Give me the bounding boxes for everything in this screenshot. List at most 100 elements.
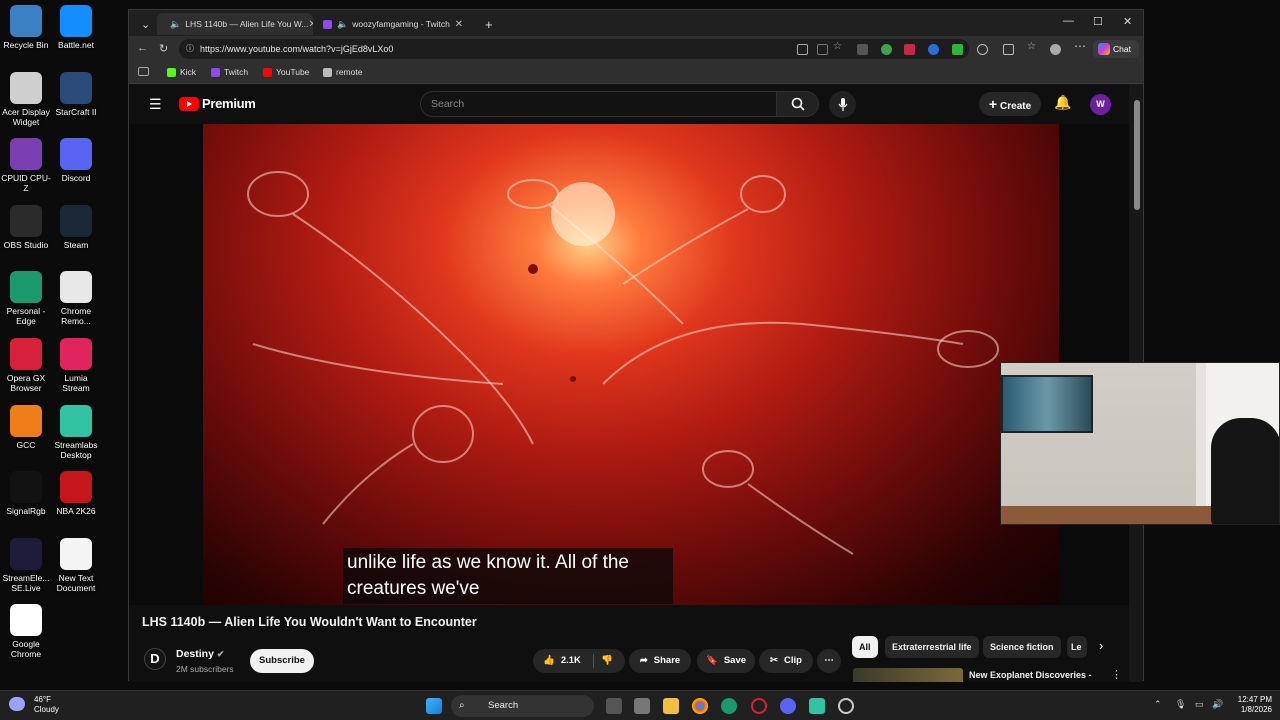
bookmark-kick[interactable]: Kick [167,67,196,77]
save-button[interactable]: 🔖 Save [697,649,755,673]
voice-search-button[interactable] [829,91,856,118]
youtube-play-logo-icon [179,96,199,111]
search-button[interactable] [777,91,819,117]
favorite-star-icon[interactable]: ☆ [833,41,844,52]
desktop-icon[interactable]: Personal - Edge [0,271,52,326]
network-icon[interactable]: ▭ [1195,699,1204,710]
extension-icon[interactable] [952,44,963,55]
task-view-icon[interactable] [606,698,622,714]
hamburger-menu-icon[interactable]: ☰ [149,96,162,113]
desktop-icon[interactable]: Battle.net [50,5,102,50]
tab-actions-icon[interactable] [138,67,149,76]
more-menu-icon[interactable]: ⋯ [1074,39,1086,53]
desktop-icon[interactable]: Steam [50,204,102,250]
desktop-icon[interactable]: Google Chrome [0,604,52,659]
clip-button[interactable]: ✂ Clip [759,649,813,673]
tab-label: LHS 1140b — Alien Life You W... [185,19,309,29]
back-icon[interactable]: ← [137,42,148,54]
chip-all[interactable]: All [852,636,878,658]
create-button[interactable]: + Create [979,92,1041,116]
channel-avatar[interactable]: D [144,648,166,670]
bookmark-remote[interactable]: remote [323,67,362,77]
dislike-button[interactable]: 👎 [601,649,613,673]
video-player[interactable]: unlike life as we know it. All of the cr… [129,124,1129,605]
scrollbar-thumb[interactable] [1134,100,1140,210]
youtube-logo[interactable]: Premium [179,96,256,111]
desktop-icon[interactable]: Opera GX Browser [0,338,52,393]
favorites-icon[interactable]: ☆ [1027,41,1038,52]
chevron-right-icon[interactable]: › [1099,638,1103,653]
recommendation-more-icon[interactable]: ⋮ [1111,668,1122,681]
search-icon: ⌕ [459,700,465,711]
taskbar-search[interactable]: ⌕ Search [451,695,594,717]
weather-widget[interactable]: 46°F Cloudy [9,695,59,715]
chip-science-fiction[interactable]: Science fiction [983,636,1061,658]
notifications-bell-icon[interactable]: 🔔 [1054,94,1071,111]
clock[interactable]: 12:47 PM 1/8/2026 [1228,695,1272,715]
taskbar-search-label: Search [488,700,519,711]
reader-icon[interactable] [797,44,808,55]
subscribe-button[interactable]: Subscribe [250,649,314,673]
desktop-icon[interactable]: StreamEle... SE.Live [0,537,52,593]
video-frame[interactable] [203,124,1059,605]
app-icon[interactable] [817,44,828,55]
desktop-icon[interactable]: Acer Display Widget [0,71,52,127]
close-window-icon[interactable]: ✕ [1123,15,1132,28]
desktop-icon[interactable]: Chrome Remo... [50,271,102,326]
recommendation-title[interactable]: New Exoplanet Discoveries - Could They B… [969,669,1104,682]
tab-twitch[interactable]: 🔈 woozyfamgaming - Twitch ✕ [315,13,471,35]
desktop-icon[interactable]: Discord [50,138,102,183]
desktop-icon[interactable]: NBA 2K26 [50,471,102,516]
tab-list-button[interactable]: ⌄ [133,13,153,35]
desktop-icon[interactable]: New Text Document [50,537,102,593]
desktop-icon[interactable]: SignalRgb [0,471,52,516]
close-tab-icon[interactable]: ✕ [455,19,463,30]
desktop-icon[interactable]: Lumia Stream [50,338,102,393]
extension-icon[interactable] [881,44,892,55]
discord-icon[interactable] [780,698,796,714]
recommendation-thumbnail[interactable] [853,668,963,682]
desktop-icon[interactable]: CPUID CPU-Z [0,138,52,193]
chip-extraterrestrial-life[interactable]: Extraterrestrial life [885,636,979,658]
avatar[interactable]: W [1090,94,1111,115]
discord-icon [60,138,92,171]
search-input[interactable]: Search [420,91,777,117]
like-button[interactable]: 👍 2.1K [543,649,581,673]
chip-partial[interactable]: Le [1067,636,1087,658]
edge-icon[interactable] [721,698,737,714]
channel-name[interactable]: Destiny ✔ [176,648,224,660]
windows-start-icon[interactable] [426,698,442,714]
extension-icon[interactable] [857,44,868,55]
url-field[interactable]: ⓘ https://www.youtube.com/watch?v=jGjEd8… [179,39,969,59]
extension-icon[interactable] [928,44,939,55]
close-tab-icon[interactable]: ✕ [308,19,313,30]
desktop-icon[interactable]: Recycle Bin [0,5,52,50]
chrome-icon[interactable] [692,698,708,714]
tab-youtube[interactable]: 🔈 LHS 1140b — Alien Life You W... ✕ [157,13,313,35]
app-icon[interactable] [838,698,854,714]
extension-icon[interactable] [977,44,988,55]
mic-tray-icon[interactable]: 🎙 [1175,699,1186,710]
desktop-icon[interactable]: OBS Studio [0,204,52,250]
bookmark-youtube[interactable]: YouTube [263,67,309,77]
maximize-icon[interactable]: ☐ [1093,15,1103,28]
streamlabs-icon[interactable] [809,698,825,714]
minimize-icon[interactable]: — [1063,15,1074,27]
desktop-icon[interactable]: Streamlabs Desktop [50,404,102,460]
extensions-puzzle-icon[interactable] [1003,44,1014,55]
bookmark-twitch[interactable]: Twitch [211,67,248,77]
new-tab-button[interactable]: + [477,13,499,35]
desktop-icon[interactable]: StarCraft II [50,71,102,117]
more-actions-button[interactable]: ⋯ [817,649,841,673]
desktop-icon[interactable]: GCC [0,404,52,450]
volume-icon[interactable]: 🔊 [1212,699,1223,710]
opera-gx-icon[interactable] [751,698,767,714]
refresh-icon[interactable]: ↻ [159,42,168,55]
tray-overflow-icon[interactable]: ⌃ [1154,699,1162,710]
widgets-icon[interactable] [634,698,650,714]
extension-icon[interactable] [904,44,915,55]
profile-icon[interactable] [1050,44,1061,55]
copilot-chat-button[interactable]: Chat [1093,40,1139,58]
share-button[interactable]: ➦ Share [629,649,691,673]
file-explorer-icon[interactable] [663,698,679,714]
